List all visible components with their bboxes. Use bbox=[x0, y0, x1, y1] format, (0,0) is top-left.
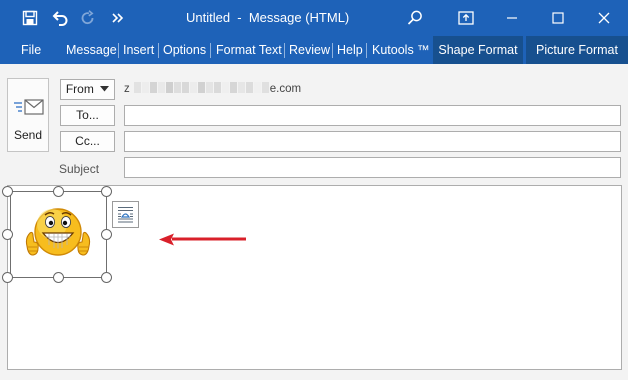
maximize-icon[interactable] bbox=[536, 0, 580, 36]
send-label: Send bbox=[13, 128, 43, 142]
resize-handle-top-left[interactable] bbox=[2, 186, 13, 197]
redo-icon[interactable] bbox=[74, 0, 102, 36]
from-address: z e.com bbox=[124, 82, 301, 96]
cc-field[interactable] bbox=[124, 131, 621, 152]
ribbon-tabs: File Message Insert Options Format Text … bbox=[0, 36, 628, 64]
tab-message[interactable]: Message bbox=[66, 36, 117, 64]
tab-separator bbox=[332, 43, 333, 58]
tab-shape-format[interactable]: Shape Format bbox=[433, 36, 523, 64]
tab-options[interactable]: Options bbox=[163, 36, 206, 64]
to-field[interactable] bbox=[124, 105, 621, 126]
tab-insert[interactable]: Insert bbox=[123, 36, 154, 64]
resize-handle-bottom-right[interactable] bbox=[101, 272, 112, 283]
ribbon-display-icon[interactable] bbox=[444, 0, 488, 36]
send-button[interactable]: Send bbox=[7, 78, 49, 152]
window-title: Untitled - Message (HTML) bbox=[186, 10, 350, 25]
resize-handle-bottom[interactable] bbox=[53, 272, 64, 283]
send-icon bbox=[14, 99, 44, 115]
cc-button[interactable]: Cc... bbox=[60, 131, 115, 152]
resize-handle-right[interactable] bbox=[101, 229, 112, 240]
tab-kutools[interactable]: Kutools ™ bbox=[372, 36, 430, 64]
from-label: From bbox=[65, 82, 94, 96]
customize-icon[interactable] bbox=[104, 0, 132, 36]
save-icon[interactable] bbox=[16, 0, 44, 36]
resize-handle-top[interactable] bbox=[53, 186, 64, 197]
subject-field[interactable] bbox=[124, 157, 621, 178]
close-icon[interactable] bbox=[582, 0, 626, 36]
title-bar: Untitled - Message (HTML) bbox=[0, 0, 628, 36]
tab-separator bbox=[366, 43, 367, 58]
tab-format-text[interactable]: Format Text bbox=[216, 36, 282, 64]
tab-help[interactable]: Help bbox=[337, 36, 363, 64]
tab-review[interactable]: Review bbox=[289, 36, 330, 64]
resize-handle-bottom-left[interactable] bbox=[2, 272, 13, 283]
undo-icon[interactable] bbox=[46, 0, 74, 36]
tab-separator bbox=[284, 43, 285, 58]
tab-picture-format[interactable]: Picture Format bbox=[526, 36, 628, 64]
tab-separator bbox=[158, 43, 159, 58]
minimize-icon[interactable] bbox=[490, 0, 534, 36]
from-button[interactable]: From bbox=[60, 79, 115, 100]
search-icon[interactable] bbox=[393, 0, 437, 36]
smiley-thumbs-up-icon bbox=[25, 208, 91, 256]
tab-file[interactable]: File bbox=[21, 36, 41, 64]
red-arrow-icon bbox=[159, 233, 246, 246]
redacted-email bbox=[134, 82, 270, 96]
from-address-start: z bbox=[124, 83, 130, 95]
layout-options-button[interactable] bbox=[112, 201, 139, 228]
layout-options-icon bbox=[118, 206, 133, 223]
from-address-end: e.com bbox=[269, 83, 302, 95]
resize-handle-left[interactable] bbox=[2, 229, 13, 240]
tab-separator bbox=[118, 43, 119, 58]
subject-label: Subject bbox=[59, 162, 100, 176]
resize-handle-top-right[interactable] bbox=[101, 186, 112, 197]
to-button[interactable]: To... bbox=[60, 105, 115, 126]
chevron-down-icon bbox=[100, 85, 110, 92]
selected-picture[interactable] bbox=[10, 191, 107, 278]
tab-separator bbox=[210, 43, 211, 58]
